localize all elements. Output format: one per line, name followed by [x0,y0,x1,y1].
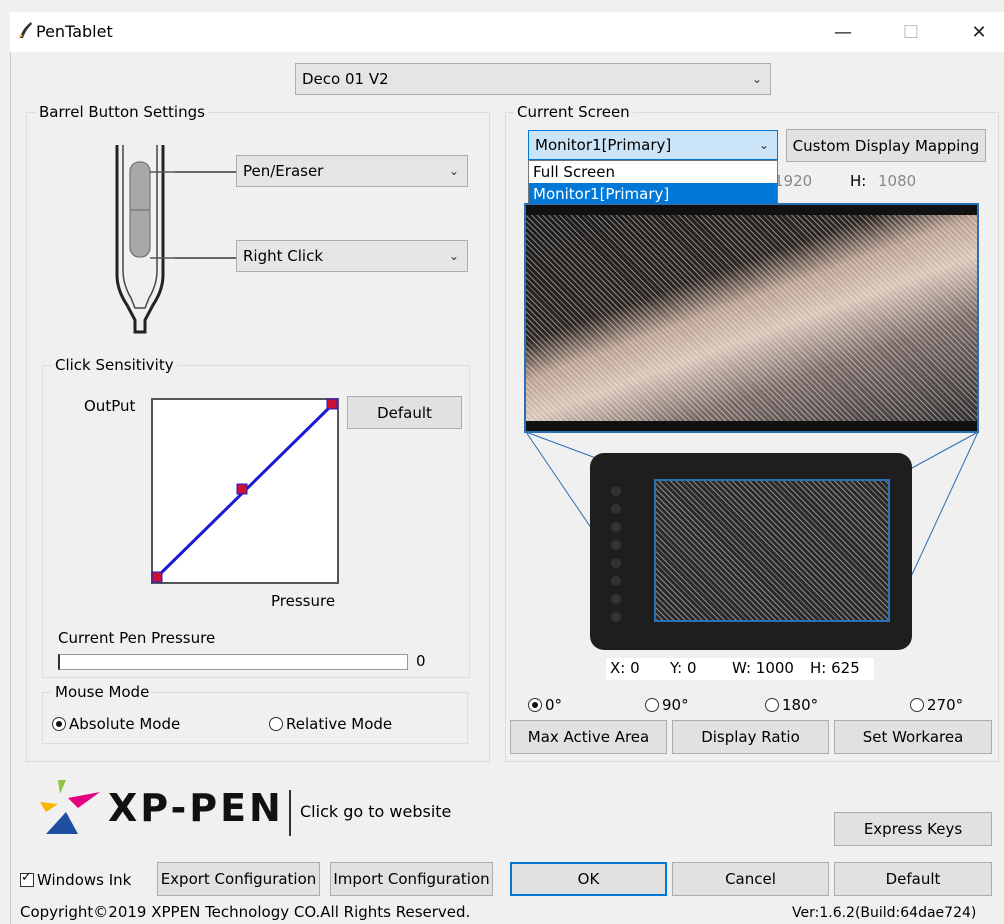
button1-leader-line [175,171,237,173]
chevron-down-icon: ⌄ [758,138,769,152]
rotation-180-radio[interactable]: 180° [765,696,818,714]
barrel-button1-value: Pen/Eraser [243,162,324,180]
area-y-value: Y: 0 [670,659,697,677]
export-configuration-button[interactable]: Export Configuration [157,862,320,896]
import-configuration-button[interactable]: Import Configuration [330,862,493,896]
monitor-option-primary[interactable]: Monitor1[Primary] [529,183,777,205]
rotation-270-radio[interactable]: 270° [910,696,963,714]
pressure-axis-label: Pressure [271,592,336,610]
screen-width-value: 1920 [774,172,813,190]
screen-height-value: 1080 [878,172,917,190]
monitor-select-value: Monitor1[Primary] [535,136,672,154]
windows-ink-label: Windows Ink [37,871,132,889]
rotation-0-radio[interactable]: 0° [528,696,562,714]
curve-handle-mid [236,483,248,495]
button2-leader-line [175,257,237,259]
go-to-website-link[interactable]: Click go to website [300,802,451,821]
set-workarea-button[interactable]: Set Workarea [834,720,992,754]
radio-icon [52,717,66,731]
close-button[interactable]: ✕ [956,14,1002,50]
minimize-button[interactable]: — [820,14,866,50]
monitor-dropdown-list: Full Screen Monitor1[Primary] [528,160,778,205]
window-title: PenTablet [36,22,113,41]
chevron-down-icon: ⌄ [751,72,762,86]
monitor-preview [524,203,979,433]
copyright-text: Copyright©2019 XPPEN Technology CO.All R… [20,903,471,921]
default-button[interactable]: Default [834,862,992,896]
monitor-preview-hatch [526,205,977,431]
ok-button[interactable]: OK [510,862,667,896]
pen-illustration [115,145,175,334]
radio-icon [765,698,779,712]
windows-ink-checkbox[interactable]: Windows Ink [20,870,132,889]
pressure-curve-chart[interactable] [151,398,339,584]
area-w-value: W: 1000 [732,659,794,677]
area-x-value: X: 0 [610,659,640,677]
chevron-down-icon: ⌄ [448,249,459,263]
radio-icon [528,698,542,712]
absolute-mode-radio[interactable]: Absolute Mode [52,715,180,733]
relative-mode-radio[interactable]: Relative Mode [269,715,392,733]
area-h-value: H: 625 [810,659,860,677]
rotation-270-label: 270° [927,696,964,714]
rotation-90-radio[interactable]: 90° [645,696,689,714]
rotation-90-label: 90° [662,696,689,714]
barrel-button2-select[interactable]: Right Click ⌄ [236,240,468,272]
checkbox-icon [20,870,34,887]
barrel-button2-value: Right Click [243,247,324,265]
barrel-button1-select[interactable]: Pen/Eraser ⌄ [236,155,468,187]
tablet-express-keys [610,483,622,623]
curve-handle-start [151,571,163,583]
relative-mode-label: Relative Mode [286,715,393,733]
current-screen-label: Current Screen [514,103,633,121]
display-ratio-button[interactable]: Display Ratio [672,720,829,754]
monitor-option-full-screen[interactable]: Full Screen [529,161,777,183]
sensitivity-default-button[interactable]: Default [347,396,462,429]
version-text: Ver:1.6.2(Build:64dae724) [792,905,977,921]
screen-height-label: H: [850,172,867,190]
pen-pressure-bar [58,654,408,670]
radio-icon [645,698,659,712]
max-active-area-button[interactable]: Max Active Area [510,720,667,754]
click-sensitivity-label: Click Sensitivity [52,356,177,374]
chevron-down-icon: ⌄ [448,164,459,178]
mouse-mode-label: Mouse Mode [52,683,153,701]
rotation-180-label: 180° [782,696,819,714]
barrel-button-group-label: Barrel Button Settings [36,103,208,121]
pen-pressure-value: 0 [416,652,426,670]
logo-divider [289,790,291,836]
rotation-0-label: 0° [545,696,563,714]
device-select-value: Deco 01 V2 [302,70,389,88]
curve-handle-end [326,398,338,410]
cancel-button[interactable]: Cancel [672,862,829,896]
device-select[interactable]: Deco 01 V2 ⌄ [295,63,771,95]
xp-pen-logo-icon[interactable] [38,778,102,836]
express-keys-button[interactable]: Express Keys [834,812,992,846]
tablet-active-area[interactable] [654,479,890,622]
monitor-select[interactable]: Monitor1[Primary] ⌄ [528,130,778,160]
absolute-mode-label: Absolute Mode [69,715,181,733]
current-pen-pressure-label: Current Pen Pressure [58,629,216,647]
xp-pen-logo-text[interactable]: XP-PEN [108,786,284,830]
maximize-button[interactable]: ☐ [888,14,934,50]
custom-display-mapping-button[interactable]: Custom Display Mapping [786,129,986,162]
monitor-preview-topbar [526,205,977,215]
output-axis-label: OutPut [84,397,136,415]
tablet-illustration [590,453,912,650]
radio-icon [910,698,924,712]
pentablet-app-icon [19,22,32,38]
radio-icon [269,717,283,731]
